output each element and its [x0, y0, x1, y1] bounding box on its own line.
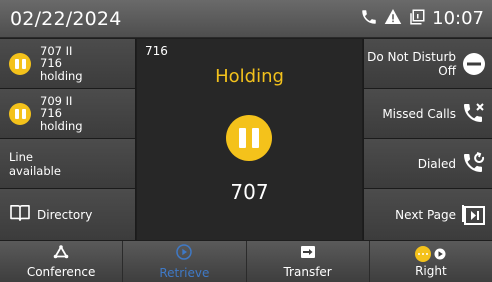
directory-label: Directory — [37, 207, 93, 222]
call-status: Holding — [215, 66, 284, 87]
line-label: Line — [9, 149, 33, 164]
date-display: 02/22/2024 — [10, 7, 122, 30]
call-state: holding — [40, 68, 83, 83]
call-state: holding — [40, 118, 83, 133]
hold-icon — [9, 52, 31, 75]
more-icon — [415, 245, 446, 262]
right-softkey[interactable]: Right — [370, 241, 492, 282]
dialed-key[interactable]: Dialed — [363, 139, 492, 189]
line-key-available[interactable]: Line available — [0, 139, 136, 189]
softkey-bar: Conference Retrieve Transfer Right — [0, 241, 492, 282]
status-icons: 10:07 — [360, 8, 484, 30]
conference-icon — [53, 244, 69, 263]
hold-icon — [9, 102, 31, 125]
warning-icon — [384, 8, 402, 29]
transfer-icon — [300, 244, 316, 263]
do-not-disturb-key[interactable]: Do Not Disturb Off — [363, 39, 492, 89]
status-bar: 02/22/2024 10:07 — [0, 0, 492, 38]
transfer-softkey[interactable]: Transfer — [247, 241, 370, 282]
hold-icon — [226, 115, 272, 161]
conference-softkey[interactable]: Conference — [0, 241, 124, 282]
next-page-icon — [462, 204, 486, 226]
directory-key[interactable]: Directory — [0, 189, 136, 240]
dnd-label: Do Not Disturb Off — [367, 50, 456, 78]
book-icon — [9, 204, 31, 226]
call-line: 716 — [40, 106, 62, 121]
next-page-label: Next Page — [395, 207, 456, 222]
missed-call-icon — [462, 102, 486, 126]
play-icon — [176, 243, 193, 264]
left-line-keys: 707 II 716 holding 709 II 716 holding Li… — [0, 39, 136, 240]
call-info: 707 II 716 holding — [40, 45, 83, 83]
call-info: 709 II 716 holding — [40, 95, 83, 133]
right-feature-keys: Do Not Disturb Off Missed Calls Dialed N… — [363, 39, 492, 240]
next-page-key[interactable]: Next Page — [363, 189, 492, 240]
caller-number: 707 — [230, 180, 269, 204]
retrieve-label: Retrieve — [159, 265, 210, 280]
call-display: 716 Holding 707 — [137, 39, 362, 240]
retrieve-softkey[interactable]: Retrieve — [123, 241, 247, 282]
dialed-label: Dialed — [417, 156, 456, 171]
call-key-709[interactable]: 709 II 716 holding — [0, 89, 136, 139]
dnd-title: Do Not Disturb — [367, 49, 456, 64]
phone-icon — [360, 8, 378, 30]
copy-icon — [408, 8, 426, 30]
missed-calls-key[interactable]: Missed Calls — [363, 89, 492, 139]
line-status: Line available — [9, 150, 61, 178]
dnd-state: Off — [438, 63, 456, 78]
call-line: 716 — [40, 56, 62, 71]
conference-label: Conference — [26, 265, 96, 279]
active-line-number: 716 — [145, 44, 168, 58]
missed-calls-label: Missed Calls — [382, 106, 456, 121]
time-display: 10:07 — [432, 8, 484, 29]
dialed-call-icon — [462, 151, 486, 176]
line-availability: available — [9, 163, 61, 178]
call-key-707[interactable]: 707 II 716 holding — [0, 39, 136, 89]
transfer-label: Transfer — [283, 265, 332, 279]
right-label: Right — [415, 263, 447, 278]
dnd-icon — [462, 52, 486, 76]
